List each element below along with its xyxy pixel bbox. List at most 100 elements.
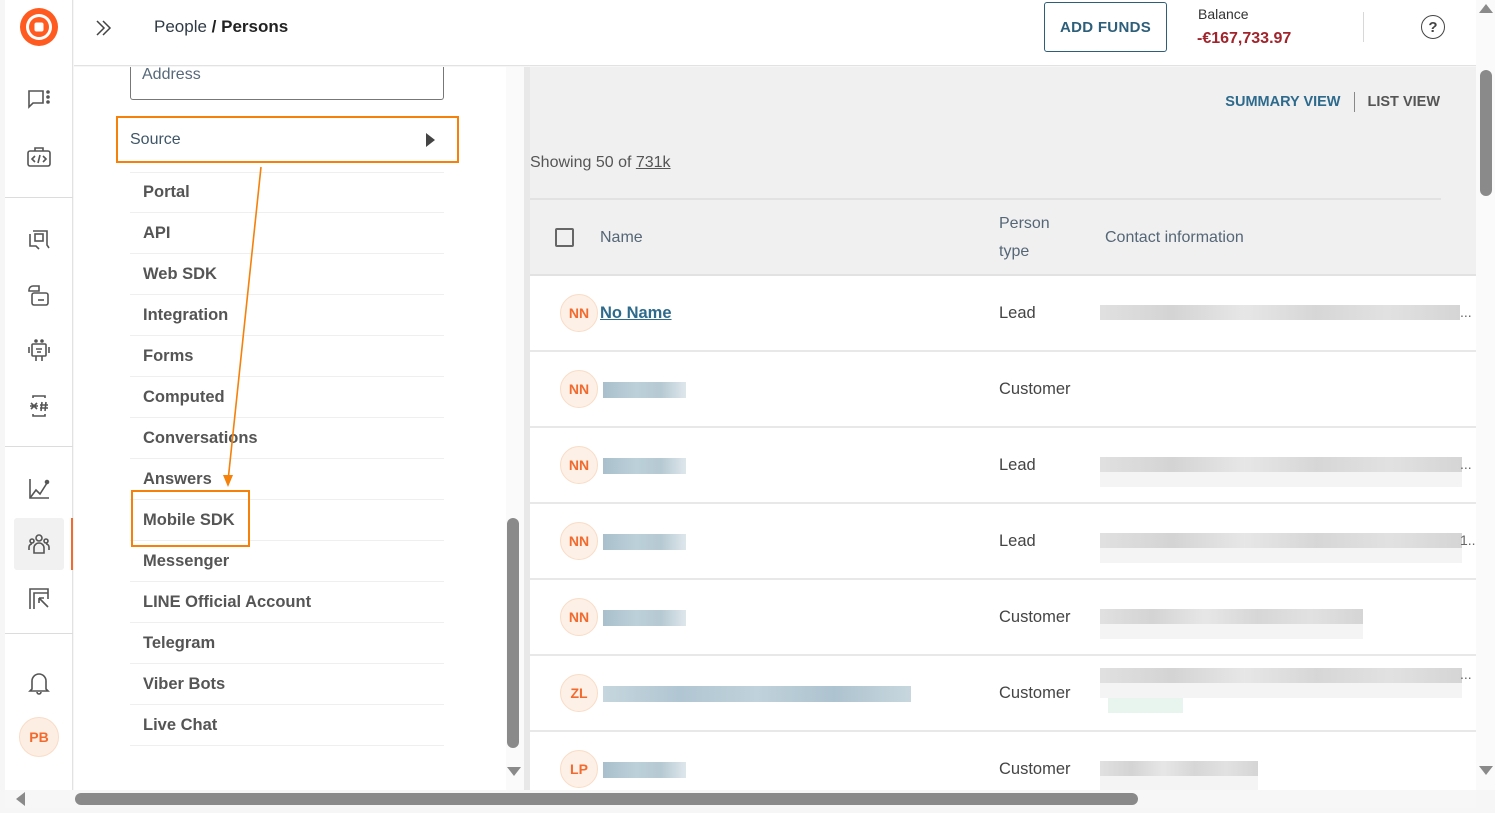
source-option-telegram[interactable]: Telegram bbox=[130, 623, 444, 664]
person-type: Lead bbox=[999, 456, 1036, 474]
source-option-mobile-sdk[interactable]: Mobile SDK bbox=[130, 500, 444, 541]
person-avatar: NN bbox=[560, 598, 598, 636]
persons-list: SUMMARY VIEW LIST VIEW Showing 50 of 731… bbox=[530, 67, 1476, 790]
scrollbar-thumb[interactable] bbox=[75, 793, 1138, 805]
help-icon[interactable]: ? bbox=[1421, 15, 1445, 39]
breadcrumb: People / Persons bbox=[154, 17, 288, 37]
table-row[interactable]: NN No Name Lead ... bbox=[530, 276, 1476, 352]
person-name-link-redacted[interactable] bbox=[603, 382, 686, 398]
scroll-up-arrow-icon[interactable] bbox=[1479, 4, 1493, 13]
brand-logo-icon[interactable] bbox=[19, 7, 59, 47]
breadcrumb-separator: / bbox=[206, 17, 222, 36]
scrollbar-thumb[interactable] bbox=[507, 518, 519, 748]
results-count: Showing 50 of 731k bbox=[530, 154, 671, 172]
contact-info-redacted bbox=[1100, 305, 1460, 320]
table-row[interactable]: NN Customer bbox=[530, 580, 1476, 656]
address-filter-field[interactable]: Address bbox=[130, 67, 444, 100]
balance-label: Balance bbox=[1198, 6, 1249, 22]
column-header-name[interactable]: Name bbox=[600, 229, 643, 247]
source-option-api[interactable]: API bbox=[130, 213, 444, 254]
source-option-forms[interactable]: Forms bbox=[130, 336, 444, 377]
top-bar: People / Persons ADD FUNDS Balance -€167… bbox=[74, 0, 1476, 66]
table-row[interactable]: LP Customer bbox=[530, 732, 1476, 790]
balance-value: -€167,733.97 bbox=[1197, 30, 1292, 47]
person-type: Customer bbox=[999, 380, 1071, 398]
left-nav-rail: PB bbox=[5, 0, 73, 790]
view-switcher: SUMMARY VIEW LIST VIEW bbox=[1225, 92, 1440, 112]
table-row[interactable]: ZL Customer ... bbox=[530, 656, 1476, 732]
source-option-web-sdk[interactable]: Web SDK bbox=[130, 254, 444, 295]
add-funds-button[interactable]: ADD FUNDS bbox=[1044, 2, 1167, 52]
numbers-icon[interactable] bbox=[25, 392, 53, 420]
contact-ellipsis: ... bbox=[1460, 456, 1472, 472]
summary-view-tab[interactable]: SUMMARY VIEW bbox=[1225, 94, 1340, 110]
person-name-link-redacted[interactable] bbox=[603, 762, 686, 778]
contact-ellipsis: ... bbox=[1460, 666, 1472, 682]
column-header-person-type[interactable]: Person type bbox=[999, 210, 1069, 266]
scrollbar-thumb[interactable] bbox=[1480, 70, 1492, 196]
notifications-icon[interactable] bbox=[25, 669, 53, 697]
developer-toolkit-icon[interactable] bbox=[25, 143, 53, 171]
rail-divider bbox=[5, 197, 73, 198]
scroll-down-arrow-icon[interactable] bbox=[507, 767, 521, 776]
conversations-icon[interactable] bbox=[25, 86, 53, 114]
header-divider bbox=[1363, 12, 1364, 42]
breadcrumb-parent[interactable]: People bbox=[154, 17, 207, 36]
main-scrollbar[interactable] bbox=[1476, 0, 1495, 790]
person-type: Customer bbox=[999, 760, 1071, 778]
app-window: PB People / Persons ADD FUNDS Balance -€… bbox=[0, 0, 1495, 813]
people-icon[interactable] bbox=[25, 530, 53, 558]
breadcrumb-current: Persons bbox=[221, 17, 289, 36]
table-row[interactable]: NN Customer bbox=[530, 352, 1476, 428]
moments-icon[interactable] bbox=[25, 282, 53, 310]
chatbots-icon[interactable] bbox=[25, 337, 53, 365]
filter-panel-scrollbar[interactable] bbox=[506, 67, 524, 790]
person-name-link-redacted[interactable] bbox=[603, 458, 686, 474]
source-option-live-chat[interactable]: Live Chat bbox=[130, 705, 444, 746]
column-header-contact[interactable]: Contact information bbox=[1105, 229, 1244, 247]
person-avatar: ZL bbox=[560, 674, 598, 712]
scroll-down-arrow-icon[interactable] bbox=[1479, 766, 1493, 775]
contact-info-redacted bbox=[1100, 761, 1258, 776]
person-name-link-redacted[interactable] bbox=[603, 610, 686, 626]
expand-arrow-icon bbox=[426, 133, 435, 147]
source-option-line-official-account[interactable]: LINE Official Account bbox=[130, 582, 444, 623]
person-type: Customer bbox=[999, 684, 1071, 702]
person-name-link[interactable]: No Name bbox=[600, 304, 672, 323]
person-name-link-redacted[interactable] bbox=[603, 686, 911, 702]
person-name-link-redacted[interactable] bbox=[603, 534, 686, 550]
source-option-answers[interactable]: Answers bbox=[130, 459, 444, 500]
exports-icon[interactable] bbox=[25, 585, 53, 613]
answers-icon[interactable] bbox=[25, 225, 53, 253]
source-option-portal[interactable]: Portal bbox=[130, 172, 444, 213]
expand-sidebar-icon[interactable] bbox=[92, 16, 116, 40]
source-filter-label: Source bbox=[130, 130, 181, 148]
contact-info-redacted bbox=[1100, 533, 1462, 548]
source-option-messenger[interactable]: Messenger bbox=[130, 541, 444, 582]
results-total-link[interactable]: 731k bbox=[636, 154, 671, 171]
contact-info-redacted bbox=[1100, 609, 1363, 624]
results-count-prefix: Showing 50 of bbox=[530, 154, 636, 171]
person-avatar: NN bbox=[560, 446, 598, 484]
source-option-integration[interactable]: Integration bbox=[130, 295, 444, 336]
table-row[interactable]: NN Lead 1.. bbox=[530, 504, 1476, 580]
table-row[interactable]: NN Lead ... bbox=[530, 428, 1476, 504]
person-type: Lead bbox=[999, 532, 1036, 550]
source-option-conversations[interactable]: Conversations bbox=[130, 418, 444, 459]
contact-info-redacted bbox=[1100, 457, 1462, 472]
view-divider bbox=[1353, 92, 1355, 112]
analyze-icon[interactable] bbox=[25, 475, 53, 503]
source-filter-dropdown[interactable]: Source bbox=[116, 116, 459, 163]
contact-info-redacted bbox=[1100, 776, 1258, 790]
source-option-viber-bots[interactable]: Viber Bots bbox=[130, 664, 444, 705]
scroll-left-arrow-icon[interactable] bbox=[16, 792, 25, 806]
person-type: Lead bbox=[999, 304, 1036, 322]
list-view-tab[interactable]: LIST VIEW bbox=[1368, 94, 1441, 110]
rail-divider bbox=[5, 446, 73, 447]
user-avatar[interactable]: PB bbox=[19, 717, 59, 757]
rail-divider bbox=[5, 633, 73, 634]
horizontal-scrollbar[interactable] bbox=[5, 790, 1476, 808]
select-all-checkbox[interactable] bbox=[555, 228, 574, 247]
contact-ellipsis: ... bbox=[1460, 304, 1472, 320]
source-option-computed[interactable]: Computed bbox=[130, 377, 444, 418]
